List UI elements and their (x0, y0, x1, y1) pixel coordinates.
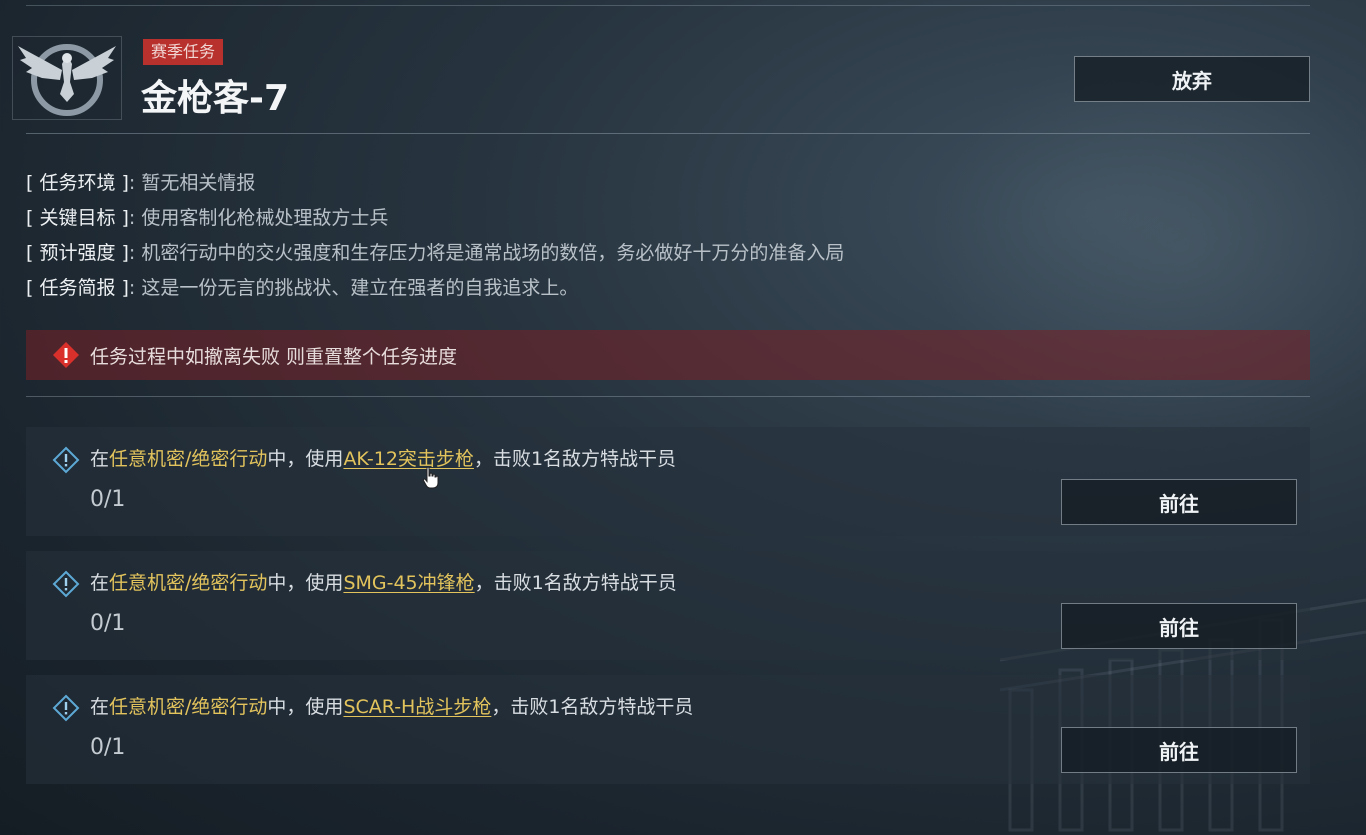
hand-cursor-icon (422, 466, 439, 489)
info-row-objective: [ 关键目标 ]: 使用客制化枪械处理敌方士兵 (26, 207, 389, 229)
go-button[interactable]: 前往 (1061, 727, 1297, 773)
failure-warning-banner: 任务过程中如撤离失败 则重置整个任务进度 (26, 330, 1310, 380)
season-task-tag: 赛季任务 (143, 39, 224, 65)
task-mode: 任意机密/绝密行动 (109, 448, 268, 470)
mission-info: [ 任务环境 ]: 暂无相关情报 [ 关键目标 ]: 使用客制化枪械处理敌方士兵… (26, 166, 844, 306)
info-diamond-icon (52, 570, 80, 598)
info-key: [ 任务环境 ] (26, 172, 129, 194)
info-row-intensity: [ 预计强度 ]: 机密行动中的交火强度和生存压力将是通常战场的数倍，务必做好十… (26, 242, 845, 264)
task-item: 在任意机密/绝密行动中，使用AK-12突击步枪，击败1名敌方特战干员 0/1 前… (26, 427, 1310, 536)
task-description: 在任意机密/绝密行动中，使用AK-12突击步枪，击败1名敌方特战干员 (90, 448, 677, 470)
warning-icon (53, 342, 79, 368)
weapon-link-ak12[interactable]: AK-12突击步枪 (343, 448, 474, 470)
info-key: [ 关键目标 ] (26, 207, 129, 229)
info-row-briefing: [ 任务简报 ]: 这是一份无言的挑战状、建立在强者的自我追求上。 (26, 277, 579, 299)
info-key: [ 任务简报 ] (26, 277, 129, 299)
weapon-link-scarh[interactable]: SCAR-H战斗步枪 (343, 696, 491, 718)
warning-text: 任务过程中如撤离失败 则重置整个任务进度 (90, 345, 458, 368)
info-key: [ 预计强度 ] (26, 242, 129, 264)
task-progress: 0/1 (90, 611, 126, 636)
mission-title: 金枪客-7 (141, 78, 289, 119)
info-value: 使用客制化枪械处理敌方士兵 (141, 207, 389, 229)
task-mode: 任意机密/绝密行动 (109, 696, 268, 718)
task-progress: 0/1 (90, 735, 126, 760)
eagle-emblem-icon (12, 36, 122, 120)
go-button[interactable]: 前往 (1061, 479, 1297, 525)
info-row-environment: [ 任务环境 ]: 暂无相关情报 (26, 172, 256, 194)
info-value: 这是一份无言的挑战状、建立在强者的自我追求上。 (141, 277, 579, 299)
info-diamond-icon (52, 694, 80, 722)
weapon-link-smg45[interactable]: SMG-45冲锋枪 (343, 572, 474, 594)
task-item: 在任意机密/绝密行动中，使用SMG-45冲锋枪，击败1名敌方特战干员 0/1 前… (26, 551, 1310, 660)
top-divider (26, 5, 1310, 6)
go-button[interactable]: 前往 (1061, 603, 1297, 649)
task-description: 在任意机密/绝密行动中，使用SCAR-H战斗步枪，击败1名敌方特战干员 (90, 696, 694, 718)
header-divider (26, 133, 1310, 134)
task-item: 在任意机密/绝密行动中，使用SCAR-H战斗步枪，击败1名敌方特战干员 0/1 … (26, 675, 1310, 784)
task-progress: 0/1 (90, 487, 126, 512)
abandon-button[interactable]: 放弃 (1074, 56, 1310, 102)
info-value: 机密行动中的交火强度和生存压力将是通常战场的数倍，务必做好十万分的准备入局 (141, 242, 845, 264)
info-diamond-icon (52, 446, 80, 474)
tasks-divider (26, 396, 1310, 397)
info-value: 暂无相关情报 (141, 172, 256, 194)
task-description: 在任意机密/绝密行动中，使用SMG-45冲锋枪，击败1名敌方特战干员 (90, 572, 677, 594)
task-mode: 任意机密/绝密行动 (109, 572, 268, 594)
